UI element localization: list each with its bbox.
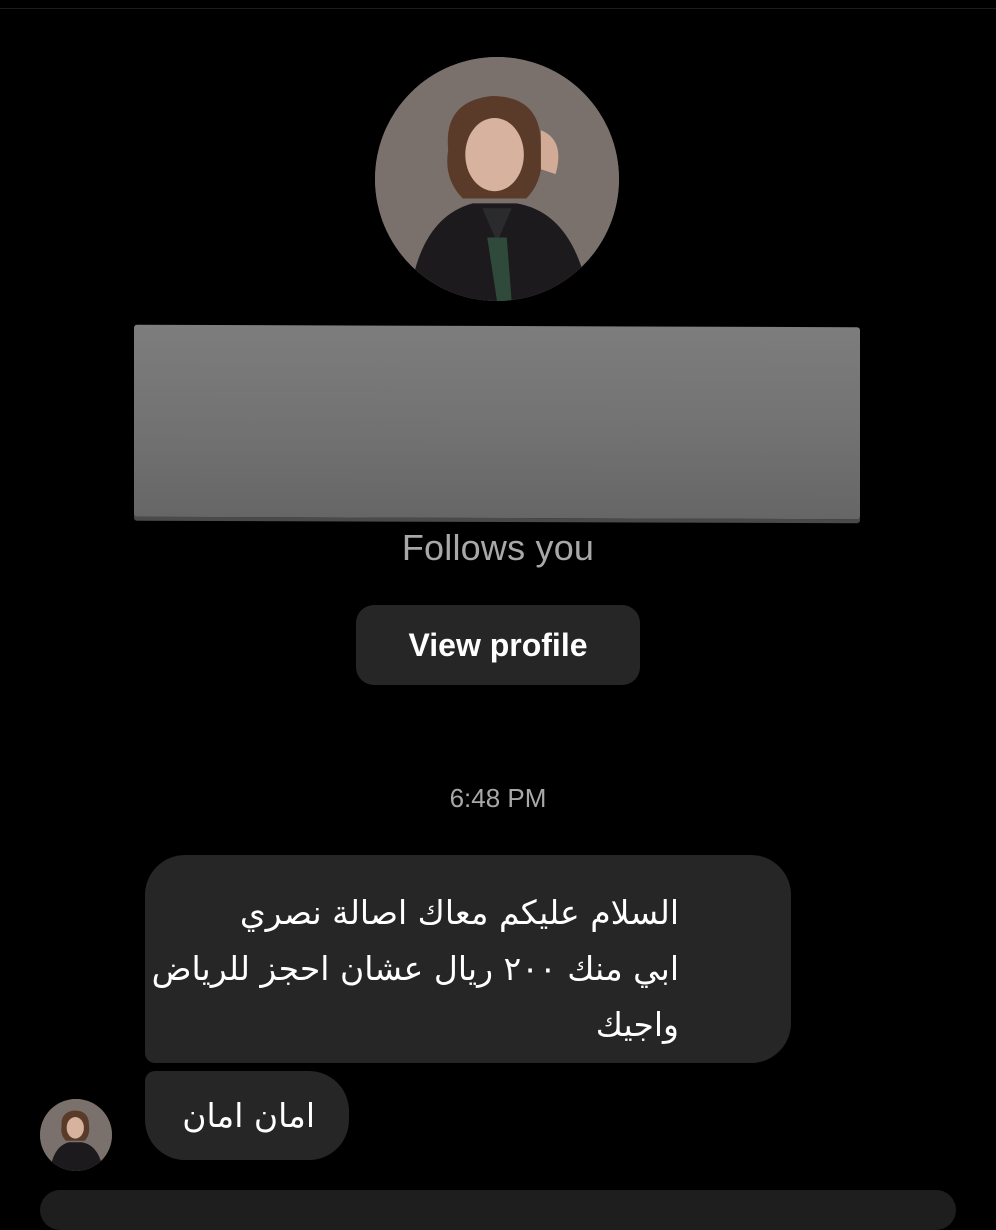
message-bubble[interactable]: السلام عليكم معاك اصالة نصري ابي منك ٢٠٠… [145, 855, 791, 1063]
top-divider [0, 0, 996, 9]
follows-you-label: Follows you [401, 527, 595, 568]
message-bubble[interactable]: امان امان [145, 1071, 349, 1160]
message-timestamp: 6:48 PM [449, 783, 547, 813]
profile-photo-graphic [375, 57, 619, 301]
message-line: السلام عليكم معاك اصالة نصري [239, 893, 679, 932]
view-profile-button[interactable]: View profile [356, 605, 640, 685]
message-line: ابي منك ٢٠٠ ريال عشان احجز للرياض [151, 949, 679, 988]
message-line: واجيك [595, 1005, 679, 1044]
sender-avatar-icon[interactable] [40, 1099, 112, 1171]
sender-avatar-graphic [40, 1099, 112, 1171]
profile-photo-icon[interactable] [375, 57, 619, 301]
redacted-username [134, 324, 860, 520]
message-composer[interactable] [40, 1190, 956, 1230]
